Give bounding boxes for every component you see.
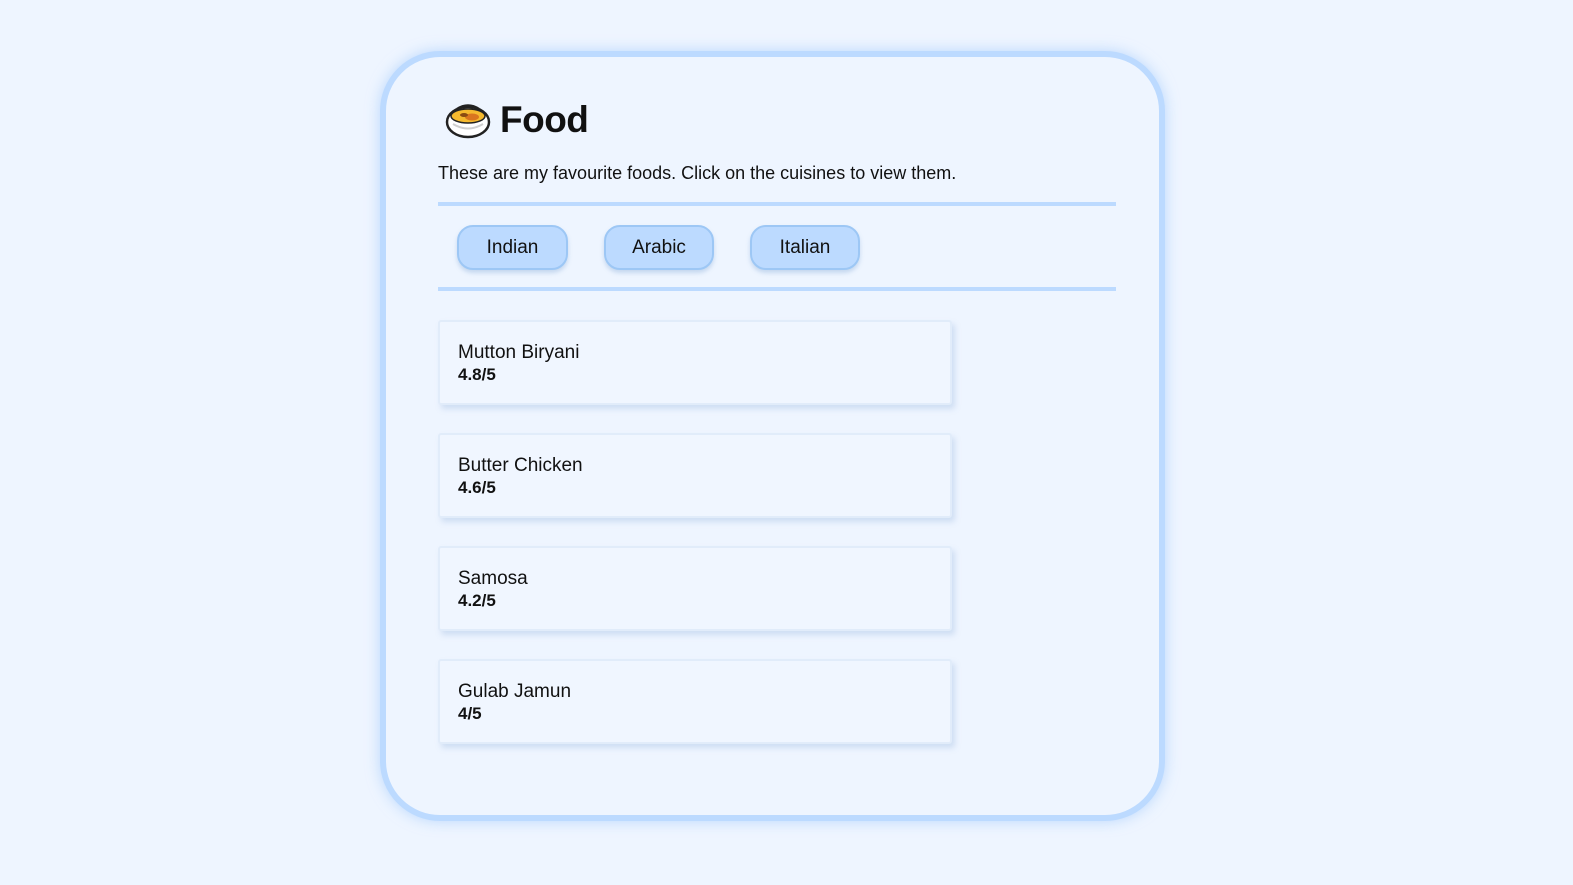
food-item: Samosa 4.2/5 <box>438 546 952 631</box>
food-list: Mutton Biryani 4.8/5 Butter Chicken 4.6/… <box>438 320 952 772</box>
food-name: Butter Chicken <box>458 455 583 476</box>
cuisine-tabs: Indian Arabic Italian <box>457 225 860 270</box>
page-description: These are my favourite foods. Click on t… <box>438 163 957 183</box>
page-header: Food <box>444 99 589 141</box>
divider-top <box>438 202 1116 206</box>
tab-italian[interactable]: Italian <box>750 225 860 270</box>
tab-arabic[interactable]: Arabic <box>604 225 714 270</box>
food-rating: 4/5 <box>458 704 482 723</box>
food-rating: 4.2/5 <box>458 591 496 610</box>
food-name: Mutton Biryani <box>458 342 580 363</box>
food-name: Gulab Jamun <box>458 681 572 702</box>
food-item: Butter Chicken 4.6/5 <box>438 433 952 518</box>
food-item: Gulab Jamun 4/5 <box>438 659 952 744</box>
food-name: Samosa <box>458 568 528 589</box>
page-title: Food <box>500 99 589 140</box>
tab-indian[interactable]: Indian <box>457 225 568 270</box>
food-rating: 4.8/5 <box>458 365 496 384</box>
food-card: Food These are my favourite foods. Click… <box>380 51 1165 821</box>
food-rating: 4.6/5 <box>458 478 496 497</box>
divider-bottom <box>438 287 1116 291</box>
food-item: Mutton Biryani 4.8/5 <box>438 320 952 405</box>
curry-bowl-icon <box>444 100 492 140</box>
